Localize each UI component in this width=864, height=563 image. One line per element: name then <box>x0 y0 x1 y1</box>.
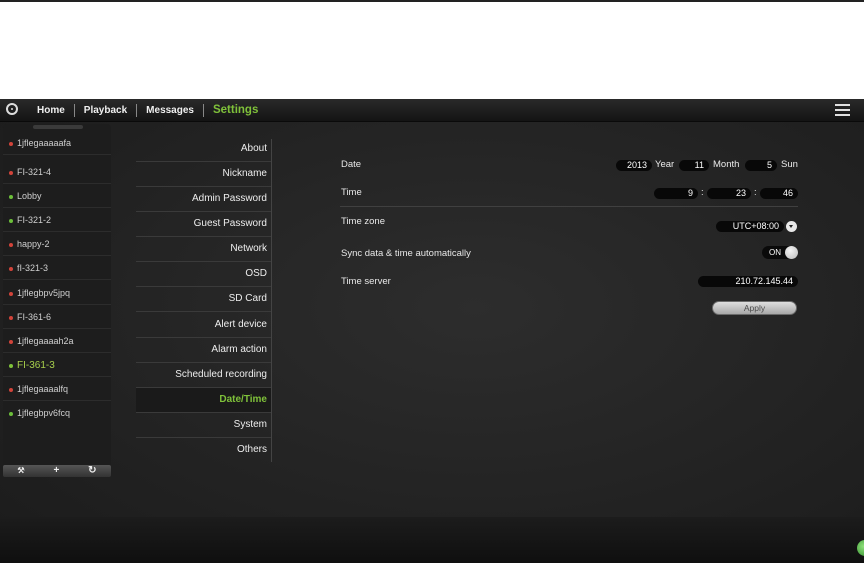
status-dot <box>9 292 13 296</box>
device-name: 1jflegaaaah2a <box>17 336 74 346</box>
device-item[interactable]: 1jflegaaaalfq <box>3 378 111 401</box>
year-field[interactable]: 2013 <box>616 160 652 171</box>
day-field[interactable]: 5 <box>745 160 777 171</box>
status-dot <box>9 412 13 416</box>
menu-item-system[interactable]: System <box>136 413 271 438</box>
device-name: Lobby <box>17 191 42 201</box>
section-divider <box>340 206 798 207</box>
device-item[interactable]: happy-2 <box>3 233 111 256</box>
time-server-input[interactable]: 210.72.145.44 <box>698 276 798 287</box>
nav-messages[interactable]: Messages <box>137 105 203 116</box>
main-nav: Home Playback Messages Settings <box>28 99 267 121</box>
time-colon: : <box>754 187 757 198</box>
device-name: happy-2 <box>17 239 50 249</box>
hour-field[interactable]: 9 <box>654 188 698 199</box>
device-item[interactable]: fI-321-3 <box>3 257 111 280</box>
menu-item-date-time[interactable]: Date/Time <box>136 388 271 413</box>
app-window: Home Playback Messages Settings 1jflegaa… <box>0 99 864 563</box>
menu-item-admin-password[interactable]: Admin Password <box>136 187 271 212</box>
top-border <box>0 0 864 2</box>
wrench-icon[interactable]: ⚒ <box>17 465 24 477</box>
nav-settings[interactable]: Settings <box>204 104 267 116</box>
sync-toggle[interactable]: ON <box>762 246 798 259</box>
device-item[interactable]: FI-361-6 <box>3 306 111 329</box>
menu-item-nickname[interactable]: Nickname <box>136 162 271 187</box>
status-dot <box>9 243 13 247</box>
month-unit-label: Month <box>713 159 740 170</box>
year-unit-label: Year <box>655 159 675 170</box>
time-label: Time <box>341 187 362 198</box>
menu-item-alarm-action[interactable]: Alarm action <box>136 338 271 363</box>
device-item[interactable]: FI-321-2 <box>3 209 111 232</box>
device-item[interactable]: Lobby <box>3 185 111 208</box>
month-field[interactable]: 11 <box>679 160 709 171</box>
menu-item-network[interactable]: Network <box>136 237 271 262</box>
device-name: 1jflegbpv6fcq <box>17 408 71 418</box>
device-item[interactable]: 1jflegaaaaafa <box>3 132 111 155</box>
footer-bar <box>0 517 864 563</box>
refresh-icon[interactable]: ↻ <box>88 465 96 477</box>
device-item[interactable]: 1jflegbpv5jpq <box>3 282 111 305</box>
toggle-knob <box>785 246 798 259</box>
device-item[interactable]: FI-321-4 <box>3 161 111 184</box>
device-toolbar: ⚒ + ↻ <box>3 465 111 477</box>
status-dot <box>9 388 13 392</box>
camera-logo-icon <box>6 103 18 115</box>
status-dot <box>9 171 13 175</box>
toggle-state-text: ON <box>769 248 781 257</box>
status-dot <box>9 267 13 271</box>
time-server-label: Time server <box>341 276 391 287</box>
top-navigation-bar: Home Playback Messages Settings <box>0 99 864 122</box>
weekday-label: Sun <box>781 159 798 170</box>
date-label: Date <box>341 159 362 170</box>
menu-item-about[interactable]: About <box>136 137 271 162</box>
device-name: 1jflegaaaalfq <box>17 384 69 394</box>
device-name: 1jflegbpv5jpq <box>17 288 71 298</box>
hamburger-menu-icon[interactable] <box>835 104 850 116</box>
apply-button[interactable]: Apply <box>712 301 797 315</box>
menu-item-others[interactable]: Others <box>136 438 271 463</box>
add-device-icon[interactable]: + <box>53 465 59 477</box>
status-dot <box>9 195 13 199</box>
device-item[interactable]: 1jflegaaaah2a <box>3 330 111 353</box>
second-field[interactable]: 46 <box>760 188 798 199</box>
status-dot <box>9 142 13 146</box>
status-dot <box>9 219 13 223</box>
menu-divider <box>271 139 272 462</box>
menu-item-scheduled-recording[interactable]: Scheduled recording <box>136 363 271 388</box>
nav-home[interactable]: Home <box>28 105 74 116</box>
device-name: FI-361-3 <box>17 360 55 371</box>
device-item[interactable]: 1jflegbpv6fcq <box>3 402 111 425</box>
device-list: 1jflegaaaaafa FI-321-4 Lobby FI-321-2 ha… <box>3 124 111 477</box>
device-name: FI-321-4 <box>17 167 52 177</box>
menu-item-sd-card[interactable]: SD Card <box>136 287 271 312</box>
menu-item-alert-device[interactable]: Alert device <box>136 313 271 338</box>
menu-item-guest-password[interactable]: Guest Password <box>136 212 271 237</box>
timezone-select[interactable]: UTC+08:00 <box>716 221 784 232</box>
device-list-scroll-handle[interactable] <box>33 125 83 129</box>
status-dot <box>9 364 13 368</box>
status-dot <box>9 316 13 320</box>
time-colon: : <box>701 187 704 198</box>
status-dot <box>9 340 13 344</box>
device-item-selected[interactable]: FI-361-3 <box>3 354 111 377</box>
timezone-label: Time zone <box>341 216 385 227</box>
device-name: fI-321-3 <box>17 263 49 273</box>
device-name: 1jflegaaaaafa <box>17 138 72 148</box>
sync-label: Sync data & time automatically <box>341 248 471 259</box>
menu-item-osd[interactable]: OSD <box>136 262 271 287</box>
device-name: FI-321-2 <box>17 215 52 225</box>
minute-field[interactable]: 23 <box>707 188 751 199</box>
nav-playback[interactable]: Playback <box>75 105 136 116</box>
dropdown-arrow-icon[interactable] <box>786 221 797 232</box>
device-name: FI-361-6 <box>17 312 52 322</box>
